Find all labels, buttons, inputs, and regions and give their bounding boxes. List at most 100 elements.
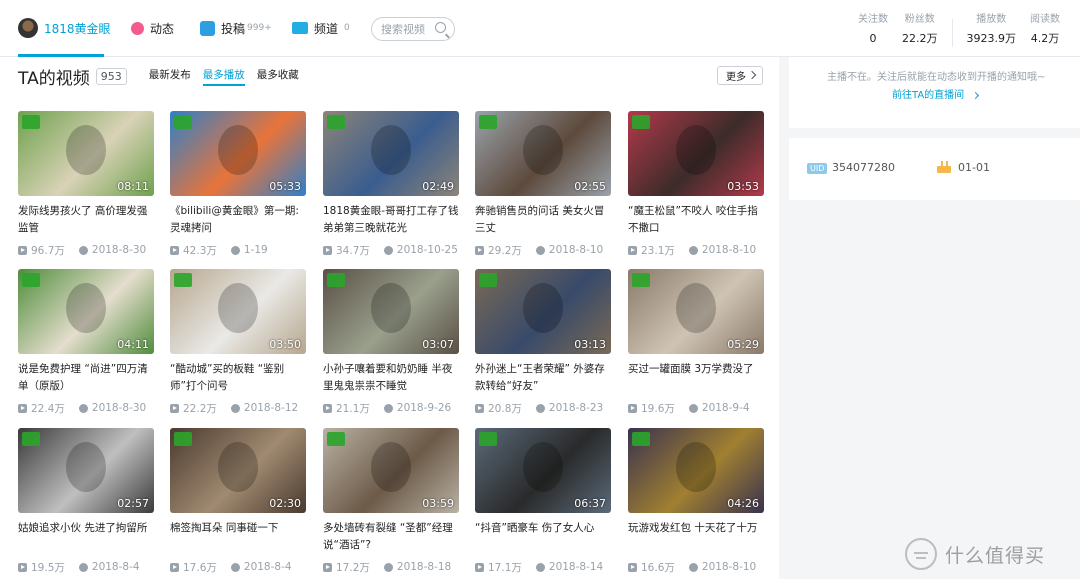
video-count-badge: 953 [95, 67, 127, 85]
sort-tab-most-played[interactable]: 最多播放 [202, 67, 245, 86]
channel-logo-icon [479, 273, 497, 287]
video-card[interactable]: 02:57 姑娘追求小伙 先进了拘留所 19.5万 2018-8-4 [18, 428, 154, 574]
video-meta: 29.2万 2018-8-10 [475, 243, 611, 257]
video-card[interactable]: 02:55 奔驰销售员的问话 美女火冒三丈 29.2万 2018-8-10 [475, 111, 611, 257]
video-title[interactable]: 玩游戏发红包 十天花了十万 [628, 520, 764, 554]
video-section: TA的视频 953 最新发布 最多播放 最多收藏 更多 08:11 发际线男孩火了… [0, 57, 779, 579]
sort-tabs: 最新发布 最多播放 最多收藏 [137, 67, 299, 86]
channel-logo-icon [22, 273, 40, 287]
thumbnail-subject [523, 125, 563, 175]
video-card[interactable]: 03:59 多处墙砖有裂缝 “圣都”经理说“酒话”? 17.2万 2018-8-18 [323, 428, 459, 574]
upload-date: 2018-8-30 [91, 244, 147, 256]
channel-icon [292, 22, 308, 34]
more-button[interactable]: 更多 [717, 66, 763, 85]
video-title[interactable]: 说是免费护理 “尚进”四万清单（原版） [18, 361, 154, 395]
sort-tab-latest[interactable]: 最新发布 [149, 67, 191, 86]
upload-date: 2018-8-12 [243, 402, 299, 414]
video-title[interactable]: 姑娘追求小伙 先进了拘留所 [18, 520, 154, 554]
video-thumbnail[interactable]: 02:30 [170, 428, 306, 513]
video-title[interactable]: 外孙迷上“王者荣耀” 外婆存款转给“好友” [475, 361, 611, 395]
video-card[interactable]: 06:37 “抖音”晒豪车 伤了女人心 17.1万 2018-8-14 [475, 428, 611, 574]
channels-count: 0 [344, 23, 350, 33]
nav-home-label: 1818黄金眼 [44, 21, 111, 36]
posts-icon [200, 20, 215, 36]
nav-posts-tab[interactable]: 投稿 999+ [200, 18, 272, 38]
video-title[interactable]: 多处墙砖有裂缝 “圣都”经理说“酒话”? [323, 520, 459, 554]
search-icon[interactable] [435, 22, 446, 33]
search-input[interactable]: 搜索视频 [371, 17, 455, 41]
video-meta: 42.3万 1-19 [170, 243, 306, 257]
video-title[interactable]: 发际线男孩火了 高价理发强监管 [18, 203, 154, 237]
video-thumbnail[interactable]: 03:13 [475, 269, 611, 354]
upload-date: 2018-8-14 [548, 561, 604, 573]
video-meta: 19.6万 2018-9-4 [628, 401, 764, 415]
video-thumbnail[interactable]: 03:50 [170, 269, 306, 354]
video-thumbnail[interactable]: 02:57 [18, 428, 154, 513]
video-thumbnail[interactable]: 03:59 [323, 428, 459, 513]
video-card[interactable]: 03:53 “魔王松鼠”不咬人 咬住手指不撒口 23.1万 2018-8-10 [628, 111, 764, 257]
video-thumbnail[interactable]: 03:07 [323, 269, 459, 354]
video-duration: 05:29 [727, 338, 759, 351]
chevron-right-icon [972, 91, 980, 100]
video-title[interactable]: 《bilibili@黄金眼》第一期: 灵魂拷问 [170, 203, 306, 237]
live-room-link[interactable]: 前往TA的直播间 [892, 86, 980, 101]
sort-tab-most-favorited[interactable]: 最多收藏 [257, 67, 299, 86]
video-card[interactable]: 02:30 棉签掏耳朵 同事碰一下 17.6万 2018-8-4 [170, 428, 306, 574]
stat-followers[interactable]: 粉丝数 22.2万 [902, 13, 938, 48]
video-title[interactable]: 棉签掏耳朵 同事碰一下 [170, 520, 306, 554]
upload-date: 2018-10-25 [396, 244, 458, 256]
clock-icon [383, 562, 393, 572]
video-card[interactable]: 04:11 说是免费护理 “尚进”四万清单（原版） 22.4万 2018-8-30 [18, 269, 154, 415]
video-thumbnail[interactable]: 05:33 [170, 111, 306, 196]
uid-badge: UID [807, 163, 828, 174]
video-title[interactable]: 奔驰销售员的问话 美女火冒三丈 [475, 203, 611, 237]
video-thumbnail[interactable]: 02:55 [475, 111, 611, 196]
video-thumbnail[interactable]: 06:37 [475, 428, 611, 513]
channel-logo-icon [22, 432, 40, 446]
video-meta: 34.7万 2018-10-25 [323, 243, 459, 257]
live-room-card: 主播不在。关注后就能在动态收到开播的通知哦~ 前往TA的直播间 [789, 57, 1080, 128]
video-thumbnail[interactable]: 04:11 [18, 269, 154, 354]
play-count: 19.6万 [641, 402, 675, 415]
video-thumbnail[interactable]: 03:53 [628, 111, 764, 196]
video-duration: 02:55 [574, 180, 606, 193]
clock-icon [78, 403, 88, 413]
video-title[interactable]: “抖音”晒豪车 伤了女人心 [475, 520, 611, 554]
video-title[interactable]: 买过一罐面膜 3万学费没了 [628, 361, 764, 395]
birthday-value: 01-01 [958, 161, 990, 174]
clock-icon [688, 562, 698, 572]
play-count: 34.7万 [336, 244, 370, 257]
watermark: 什么值得买 [905, 538, 1045, 570]
video-card[interactable]: 03:50 “酷动城”买的板鞋 “鉴别师”打个问号 22.2万 2018-8-12 [170, 269, 306, 415]
video-card[interactable]: 03:07 小孙子嚷着要和奶奶睡 半夜里鬼鬼祟祟不睡觉 21.1万 2018-9-26 [323, 269, 459, 415]
watermark-logo-icon [905, 538, 937, 570]
nav-home-tab[interactable]: 1818黄金眼 [18, 18, 111, 38]
stat-label: 播放数 [976, 14, 1007, 25]
video-duration: 03:07 [422, 338, 454, 351]
live-link-label: 前往TA的直播间 [892, 90, 965, 101]
play-count: 17.6万 [183, 561, 217, 574]
video-card[interactable]: 05:29 买过一罐面膜 3万学费没了 19.6万 2018-9-4 [628, 269, 764, 415]
nav-channels-tab[interactable]: 频道 0 [292, 18, 350, 38]
video-thumbnail[interactable]: 08:11 [18, 111, 154, 196]
video-thumbnail[interactable]: 02:49 [323, 111, 459, 196]
video-meta: 96.7万 2018-8-30 [18, 243, 154, 257]
clock-icon [535, 403, 545, 413]
video-card[interactable]: 05:33 《bilibili@黄金眼》第一期: 灵魂拷问 42.3万 1-19 [170, 111, 306, 257]
video-title[interactable]: 小孙子嚷着要和奶奶睡 半夜里鬼鬼祟祟不睡觉 [323, 361, 459, 395]
video-card[interactable]: 02:49 1818黄金眼-哥哥打工存了钱 弟弟第三晚就花光 34.7万 2018-1… [323, 111, 459, 257]
video-card[interactable]: 03:13 外孙迷上“王者荣耀” 外婆存款转给“好友” 20.8万 2018-8-23 [475, 269, 611, 415]
video-thumbnail[interactable]: 04:26 [628, 428, 764, 513]
video-meta: 22.4万 2018-8-30 [18, 401, 154, 415]
upload-date: 1-19 [243, 244, 268, 256]
nav-dynamics-tab[interactable]: 动态 [131, 18, 174, 38]
video-thumbnail[interactable]: 05:29 [628, 269, 764, 354]
video-title[interactable]: “酷动城”买的板鞋 “鉴别师”打个问号 [170, 361, 306, 395]
video-card[interactable]: 04:26 玩游戏发红包 十天花了十万 16.6万 2018-8-10 [628, 428, 764, 574]
video-title[interactable]: “魔王松鼠”不咬人 咬住手指不撒口 [628, 203, 764, 237]
video-duration: 04:11 [117, 338, 149, 351]
thumbnail-subject [66, 125, 106, 175]
video-card[interactable]: 08:11 发际线男孩火了 高价理发强监管 96.7万 2018-8-30 [18, 111, 154, 257]
stat-following[interactable]: 关注数 0 [858, 13, 888, 48]
video-title[interactable]: 1818黄金眼-哥哥打工存了钱 弟弟第三晚就花光 [323, 203, 459, 237]
